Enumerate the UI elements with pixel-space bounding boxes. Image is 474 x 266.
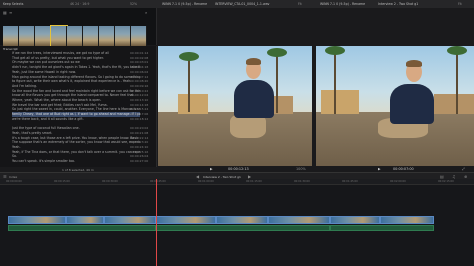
ruler-tick-label: 00:02:00:00 bbox=[390, 180, 406, 183]
zoom-icon[interactable]: ⊕ bbox=[464, 174, 467, 179]
palm-tree bbox=[188, 56, 190, 112]
background-building bbox=[434, 94, 474, 114]
person-shirt bbox=[234, 80, 274, 118]
viewer1-title: WINN 7-1 0 (9-5p) - Rename bbox=[162, 1, 208, 6]
clip-thumbnail[interactable] bbox=[67, 26, 83, 46]
viewer-right[interactable] bbox=[316, 46, 474, 166]
palm-fronds bbox=[267, 48, 287, 57]
palm-tree bbox=[456, 48, 458, 114]
play-icon[interactable]: ▶ bbox=[210, 167, 213, 171]
ruler-tick-label: 00:02:15:00 bbox=[438, 180, 454, 183]
person-hair bbox=[246, 58, 261, 65]
ruler-tick-label: 00:01:45:00 bbox=[342, 180, 358, 183]
video-clip[interactable] bbox=[330, 216, 380, 224]
transcript-panel: Transcript If we ran the trees, intervie… bbox=[0, 46, 157, 167]
clip-thumbnail[interactable] bbox=[3, 26, 19, 46]
play-icon[interactable]: ▶ bbox=[378, 167, 381, 171]
ruler-tick-label: 00:01:30:00 bbox=[294, 180, 310, 183]
video-clip[interactable] bbox=[104, 216, 156, 224]
search-icon[interactable]: ⌕ bbox=[145, 11, 147, 15]
audio-clip[interactable] bbox=[330, 225, 434, 231]
viewer1-timecode: 00:00:12:13 bbox=[228, 167, 249, 171]
index-icon[interactable]: ☰ bbox=[3, 174, 7, 179]
media-browser: ▦ ≡ ⌕ bbox=[0, 8, 157, 49]
clip-thumbnail[interactable] bbox=[35, 26, 51, 46]
palm-tree bbox=[334, 50, 336, 114]
clip-thumbnail[interactable] bbox=[131, 26, 147, 46]
grid-view-icon[interactable]: ▦ bbox=[3, 11, 7, 15]
video-clip[interactable] bbox=[216, 216, 268, 224]
clip-thumbnail[interactable] bbox=[83, 26, 99, 46]
viewer2-title: WINN 7-1 0 (9-5p) - Rename bbox=[320, 1, 366, 6]
transcript-line[interactable]: You can't speak. it's simple smaller too… bbox=[12, 159, 140, 164]
library-format-label: 4K 24 · 16:9 bbox=[70, 1, 90, 6]
list-view-icon[interactable]: ≡ bbox=[9, 11, 12, 15]
timeline-panel[interactable]: 00:00:00:00 00:00:15:00 00:00:30:00 00:00:4… bbox=[0, 179, 474, 266]
clip-appearance-icon[interactable]: ▤ bbox=[440, 174, 444, 179]
video-clip[interactable] bbox=[380, 216, 434, 224]
clip-thumbnail[interactable] bbox=[19, 26, 35, 46]
audio-clip[interactable] bbox=[156, 225, 330, 231]
audio-clip[interactable] bbox=[8, 225, 156, 231]
video-clip[interactable] bbox=[268, 216, 330, 224]
palm-fronds bbox=[447, 46, 467, 55]
viewer2-zoom[interactable]: Fit bbox=[458, 2, 462, 6]
transcript-timecode: 00:00:27:00 bbox=[130, 159, 149, 164]
clip-thumbnail-selected[interactable] bbox=[50, 25, 68, 47]
ruler-tick-label: 00:01:00:00 bbox=[198, 180, 214, 183]
palm-fronds bbox=[179, 52, 199, 61]
video-clip[interactable] bbox=[156, 216, 216, 224]
timeline-ruler[interactable]: 00:00:00:00 00:00:15:00 00:00:30:00 00:00:4… bbox=[0, 179, 474, 185]
ruler-tick-label: 00:00:30:00 bbox=[102, 180, 118, 183]
playhead[interactable] bbox=[156, 179, 157, 266]
ruler-tick-label: 00:00:15:00 bbox=[54, 180, 70, 183]
back-arrow-icon[interactable]: ◀ bbox=[196, 174, 199, 179]
video-clip[interactable] bbox=[8, 216, 66, 224]
person-shirt bbox=[390, 84, 434, 124]
ruler-tick-label: 00:01:15:00 bbox=[246, 180, 262, 183]
viewer-left[interactable] bbox=[158, 46, 312, 166]
viewer2-clip-name: Interview 2 - Two Shot g1 bbox=[378, 1, 419, 6]
background-building bbox=[321, 90, 359, 114]
top-toolbar: Keep Selects 4K 24 · 16:9 52% WINN 7-1 0… bbox=[0, 0, 474, 8]
palm-tree bbox=[276, 51, 278, 113]
clip-thumbnail[interactable] bbox=[99, 26, 115, 46]
palm-fronds bbox=[325, 46, 345, 55]
forward-arrow-icon[interactable]: ▶ bbox=[248, 174, 251, 179]
background-building bbox=[178, 94, 208, 114]
person-hair bbox=[406, 60, 422, 67]
viewer1-zoom[interactable]: Fit bbox=[298, 2, 302, 6]
video-clip[interactable] bbox=[66, 216, 104, 224]
fullscreen-icon[interactable]: ⤢ bbox=[462, 167, 465, 171]
viewer1-zoom-level[interactable]: 100% bbox=[296, 167, 306, 171]
browser-size-label[interactable]: 52% bbox=[130, 2, 137, 6]
audio-meter-icon[interactable]: ♫ bbox=[452, 174, 456, 179]
clip-thumbnail[interactable] bbox=[115, 26, 131, 46]
keep-selects-label[interactable]: Keep Selects bbox=[3, 2, 23, 6]
ruler-tick-label: 00:00:00:00 bbox=[6, 180, 22, 183]
viewer1-clip-name: INTERVIEW_CTA-01_0004_1-1.wav bbox=[215, 1, 270, 6]
viewer2-timecode: 00:00:07:00 bbox=[393, 167, 414, 171]
ruler-tick-label: 00:00:45:00 bbox=[150, 180, 166, 183]
